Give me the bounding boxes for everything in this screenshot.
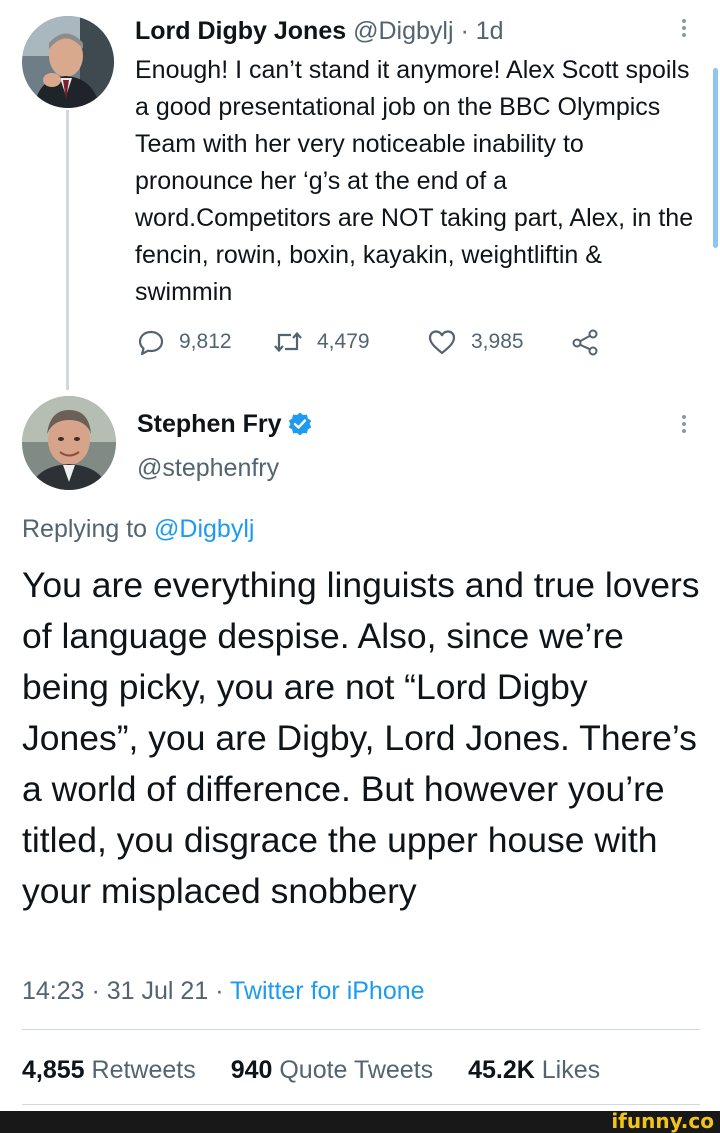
like-button[interactable]: 3,985 [427, 327, 524, 357]
likes-stat[interactable]: 45.2K Likes [468, 1056, 600, 1084]
tweet1-handle[interactable]: @Digbylj [353, 17, 453, 45]
quote-tweets-stat[interactable]: 940 Quote Tweets [231, 1056, 433, 1084]
avatar-digby-jones[interactable] [22, 16, 114, 108]
thread-connector [66, 110, 69, 390]
tweet2-handle[interactable]: @stephenfry [137, 451, 279, 485]
tweet2-source-link[interactable]: Twitter for iPhone [230, 977, 425, 1005]
replying-prefix: Replying to [22, 515, 148, 543]
engagement-stats: 4,855 Retweets 940 Quote Tweets 45.2K Li… [22, 1053, 600, 1087]
tweet2-author-name[interactable]: Stephen Fry [137, 407, 281, 441]
tweet1-author-name[interactable]: Lord Digby Jones [135, 17, 346, 45]
divider [22, 1029, 700, 1030]
tweet2-text: You are everything linguists and true lo… [22, 565, 700, 911]
tweet1-text: Enough! I can’t stand it anymore! Alex S… [135, 56, 694, 306]
reply-button[interactable]: 9,812 [137, 327, 232, 357]
replying-to-link[interactable]: @Digbylj [154, 515, 254, 543]
replying-to: Replying to @Digbylj [22, 512, 254, 546]
like-count: 3,985 [471, 330, 524, 353]
tweet2-time[interactable]: 14:23 · 31 Jul 21 · [22, 977, 224, 1005]
tweet1-actions: 9,812 4,479 3,985 [137, 327, 617, 357]
retweet-icon [274, 331, 302, 353]
retweet-count: 4,479 [317, 330, 370, 353]
more-icon[interactable] [678, 16, 690, 44]
share-icon [572, 329, 598, 356]
ifunny-watermark: ifunny.co [611, 1109, 714, 1133]
tweet1-header: Lord Digby Jones @Digbylj · 1d [135, 14, 504, 48]
like-icon [428, 330, 456, 355]
tweet1-age[interactable]: · 1d [460, 17, 503, 45]
scrollbar[interactable] [713, 68, 718, 248]
share-button[interactable] [571, 327, 601, 357]
reply-icon [138, 330, 164, 356]
reply-count: 9,812 [179, 330, 232, 353]
verified-icon [289, 412, 312, 436]
more-icon[interactable] [678, 412, 690, 440]
avatar-stephen-fry[interactable] [22, 396, 116, 490]
retweet-button[interactable]: 4,479 [273, 327, 370, 357]
tweet2-author-name-row: Stephen Fry [137, 407, 313, 441]
tweet2-timestamp: 14:23 · 31 Jul 21 · Twitter for iPhone [22, 974, 425, 1008]
retweets-stat[interactable]: 4,855 Retweets [22, 1056, 196, 1084]
divider [22, 1104, 700, 1105]
